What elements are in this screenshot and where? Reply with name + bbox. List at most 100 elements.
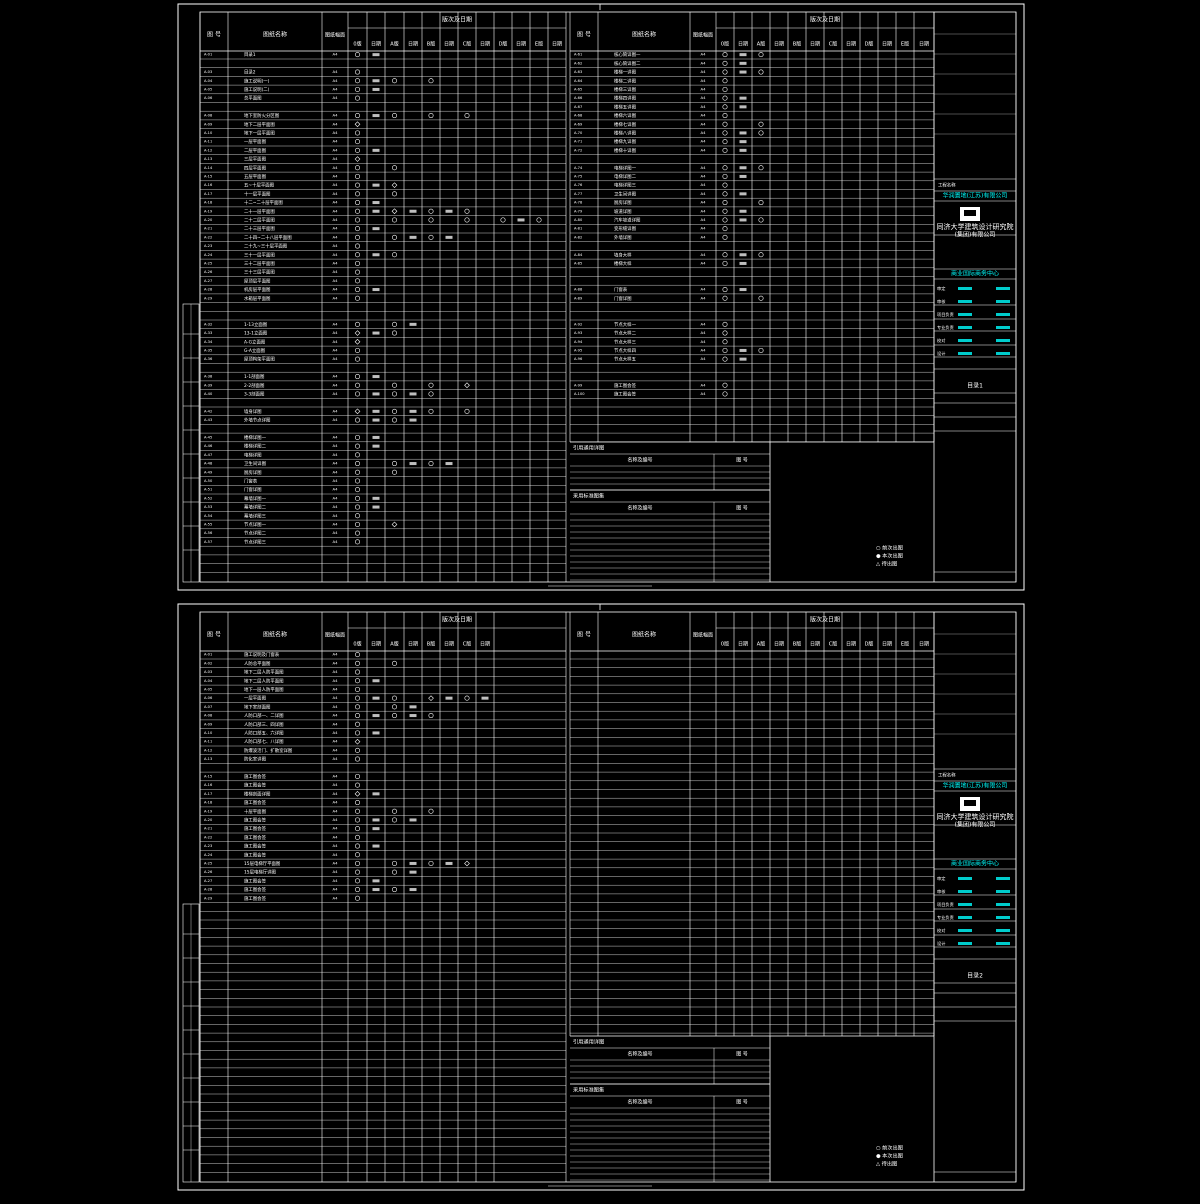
row-sheet-size: A4 — [332, 208, 338, 213]
row-drawing-no: A-57 — [204, 540, 212, 544]
row-drawing-no: A-03 — [204, 670, 212, 674]
row-drawing-name: 施工图会签 — [244, 825, 267, 832]
row-drawing-name: 节点大样四 — [614, 347, 636, 354]
row-drawing-name: 一层平面图 — [244, 696, 267, 702]
row-sheet-size: A4 — [332, 443, 338, 448]
row-sheet-size: A4 — [700, 252, 706, 257]
row-drawing-no: A-42 — [204, 409, 212, 413]
revision-date — [372, 201, 380, 205]
row-drawing-no: A-61 — [574, 53, 582, 57]
header-revision-col: 日期 — [919, 642, 929, 648]
row-sheet-size: A4 — [332, 504, 338, 509]
revision-date — [409, 714, 417, 718]
row-drawing-no: A-20 — [204, 818, 213, 822]
row-drawing-no: A-100 — [574, 392, 585, 396]
row-drawing-no: A-24 — [204, 253, 213, 257]
row-drawing-name: 施工图会签 — [244, 843, 267, 850]
header-revision-col: E版 — [535, 41, 543, 48]
row-drawing-no: A-89 — [574, 296, 583, 300]
signature-mark — [958, 287, 972, 290]
row-sheet-size: A4 — [332, 78, 338, 83]
signature-mark — [996, 890, 1010, 893]
signature-mark — [996, 942, 1010, 945]
row-drawing-name: 楼梯六详图 — [614, 112, 637, 119]
row-drawing-no: A-25 — [204, 261, 212, 265]
row-sheet-size: A4 — [332, 278, 338, 283]
row-drawing-no: A-26 — [204, 270, 213, 274]
row-drawing-no: A-45 — [204, 435, 212, 439]
row-drawing-no: A-29 — [204, 296, 213, 300]
std-section-title: 采用标准图集 — [573, 492, 605, 500]
header-sheet-size: 图纸幅面 — [325, 632, 345, 639]
header-revision-col: 日期 — [480, 642, 490, 648]
row-sheet-size: A4 — [700, 165, 706, 170]
row-drawing-no: A-09 — [204, 122, 213, 126]
row-drawing-name: 施工图会签 — [244, 851, 267, 858]
client-name: 华润置地(江苏)有限公司 — [943, 192, 1008, 200]
project-name: 商业国际商务中心 — [951, 860, 999, 868]
row-sheet-size: A4 — [700, 182, 706, 187]
row-drawing-no: A-18 — [204, 201, 213, 205]
row-drawing-no: A-92 — [574, 322, 582, 326]
signature-mark — [958, 942, 972, 945]
row-sheet-size: A4 — [332, 173, 338, 178]
row-sheet-size: A4 — [332, 226, 338, 231]
row-sheet-size: A4 — [700, 217, 706, 222]
row-drawing-name: 人防口部一、二详图 — [244, 712, 284, 719]
row-drawing-no: A-13 — [204, 757, 212, 761]
row-drawing-name: 外墙节点详图 — [244, 417, 271, 424]
signature-role: 项目负责 — [937, 901, 954, 908]
legend-item: ○ 前次出图 — [876, 544, 903, 552]
revision-date — [409, 392, 417, 396]
row-drawing-name: 施工图会签 — [244, 773, 267, 780]
row-drawing-no: A-12 — [204, 148, 212, 152]
row-drawing-no: A-62 — [574, 61, 582, 65]
project-label: 工程名称 — [938, 182, 956, 189]
revision-date — [739, 61, 747, 65]
row-sheet-size: A4 — [332, 130, 338, 135]
row-drawing-no: A-46 — [204, 444, 213, 448]
row-drawing-name: 施工图会签 — [244, 886, 267, 893]
row-sheet-size: A4 — [332, 895, 338, 900]
std-col-no: 图 号 — [736, 506, 748, 512]
row-sheet-size: A4 — [332, 165, 338, 170]
row-sheet-size: A4 — [332, 147, 338, 152]
revision-date — [372, 148, 380, 152]
row-drawing-no: A-78 — [574, 201, 583, 205]
signature-mark — [958, 903, 972, 906]
ref-col-no: 图 号 — [736, 1052, 748, 1058]
header-revision-col: 日期 — [552, 42, 562, 48]
row-drawing-name: 楼梯三详图 — [614, 86, 637, 93]
row-sheet-size: A4 — [332, 539, 338, 544]
row-drawing-name: 节点大样一 — [614, 321, 637, 328]
row-drawing-no: A-02 — [204, 661, 212, 665]
row-sheet-size: A4 — [332, 347, 338, 352]
row-sheet-size: A4 — [332, 808, 338, 813]
legend-item: ● 本次出图 — [876, 552, 903, 560]
row-drawing-name: 节点大样二 — [614, 330, 637, 337]
row-drawing-name: 施工说明(二) — [244, 86, 270, 93]
revision-date — [445, 462, 453, 466]
header-revision-col: 日期 — [408, 642, 418, 648]
row-sheet-size: A4 — [332, 330, 338, 335]
row-drawing-no: A-81 — [574, 227, 582, 231]
row-drawing-no: A-15 — [204, 174, 212, 178]
row-drawing-no: A-01 — [204, 653, 212, 657]
row-sheet-size: A4 — [700, 391, 706, 396]
row-sheet-size: A4 — [332, 200, 338, 205]
row-sheet-size: A4 — [332, 95, 338, 100]
row-sheet-size: A4 — [332, 243, 338, 248]
revision-date — [372, 792, 380, 796]
row-drawing-name: 施工图会签 — [614, 382, 637, 389]
row-drawing-name: 屋顶层平面图 — [244, 278, 271, 284]
row-sheet-size: A4 — [332, 156, 338, 161]
row-drawing-no: A-72 — [574, 148, 582, 152]
row-sheet-size: A4 — [700, 200, 706, 205]
row-drawing-no: A-32 — [204, 322, 212, 326]
row-drawing-name: 幕墙详图二 — [244, 504, 267, 511]
signature-mark — [958, 300, 972, 303]
row-sheet-size: A4 — [700, 121, 706, 126]
row-drawing-no: A-19 — [204, 809, 213, 813]
header-revision-col: 0版 — [353, 641, 361, 648]
header-drawing-no: 图 号 — [207, 32, 221, 39]
